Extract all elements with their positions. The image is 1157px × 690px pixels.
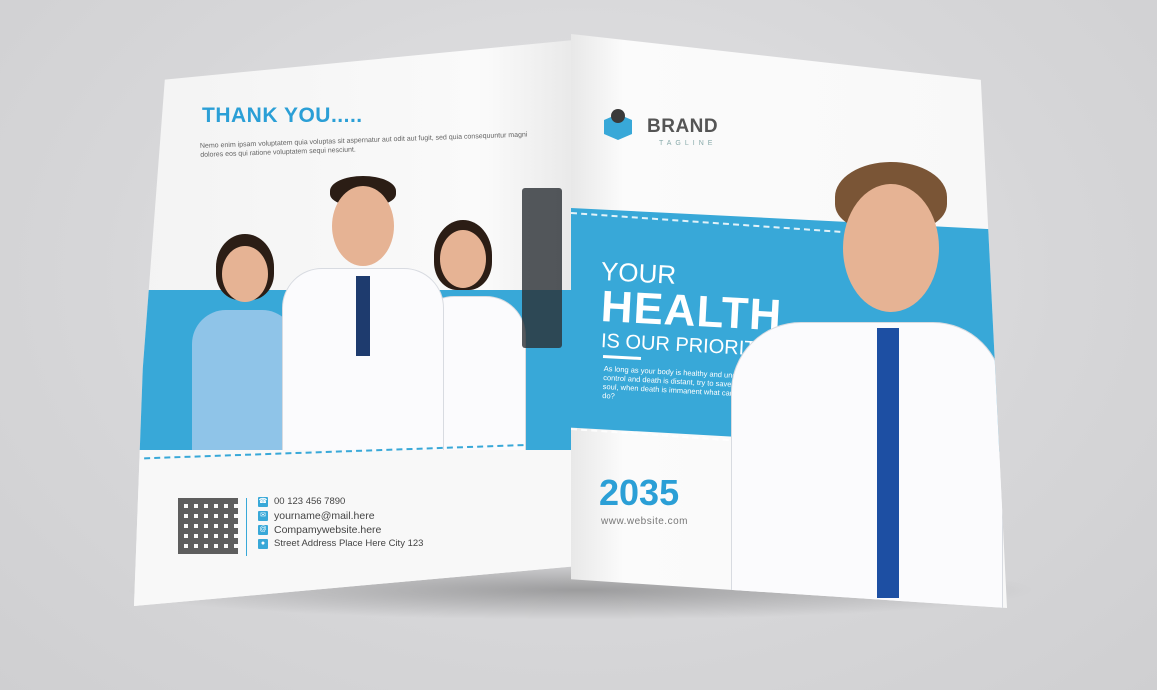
location-icon: ● bbox=[258, 538, 268, 549]
back-cover-page: THANK YOU..... Nemo enim ipsam voluptate… bbox=[134, 40, 574, 606]
mail-icon: ✉ bbox=[258, 511, 268, 521]
website-label: www.website.com bbox=[601, 516, 688, 527]
contact-website: @ Compamywebsite.here bbox=[258, 524, 381, 536]
brand-name: BRAND bbox=[647, 116, 719, 137]
qr-code[interactable] bbox=[178, 498, 238, 554]
contact-phone: ☎ 00 123 456 7890 bbox=[258, 496, 345, 507]
phone-icon: ☎ bbox=[258, 496, 268, 507]
contact-address: ● Street Address Place Here City 123 bbox=[258, 538, 423, 549]
website-text[interactable]: Compamywebsite.here bbox=[274, 524, 381, 536]
brand-tagline: TAGLINE bbox=[659, 140, 717, 147]
phone-text: 00 123 456 7890 bbox=[274, 496, 346, 507]
thank-you-body-text: Nemo enim ipsam voluptatem quia voluptas… bbox=[199, 131, 528, 159]
contact-email: ✉ yourname@mail.here bbox=[258, 510, 375, 522]
email-text[interactable]: yourname@mail.here bbox=[274, 510, 375, 522]
front-cover-page: BRAND TAGLINE YOUR HEALTH IS OUR PRIORIT… bbox=[571, 34, 1007, 608]
address-text: Street Address Place Here City 123 bbox=[274, 538, 424, 549]
thank-you-heading: THANK YOU..... bbox=[202, 104, 363, 127]
contact-divider bbox=[246, 498, 247, 556]
web-icon: @ bbox=[258, 525, 268, 535]
male-doctor-photo bbox=[731, 162, 1003, 608]
brand-logo-icon bbox=[604, 109, 632, 140]
year-label: 2035 bbox=[599, 472, 680, 513]
male-doctor-center-photo bbox=[264, 176, 444, 476]
